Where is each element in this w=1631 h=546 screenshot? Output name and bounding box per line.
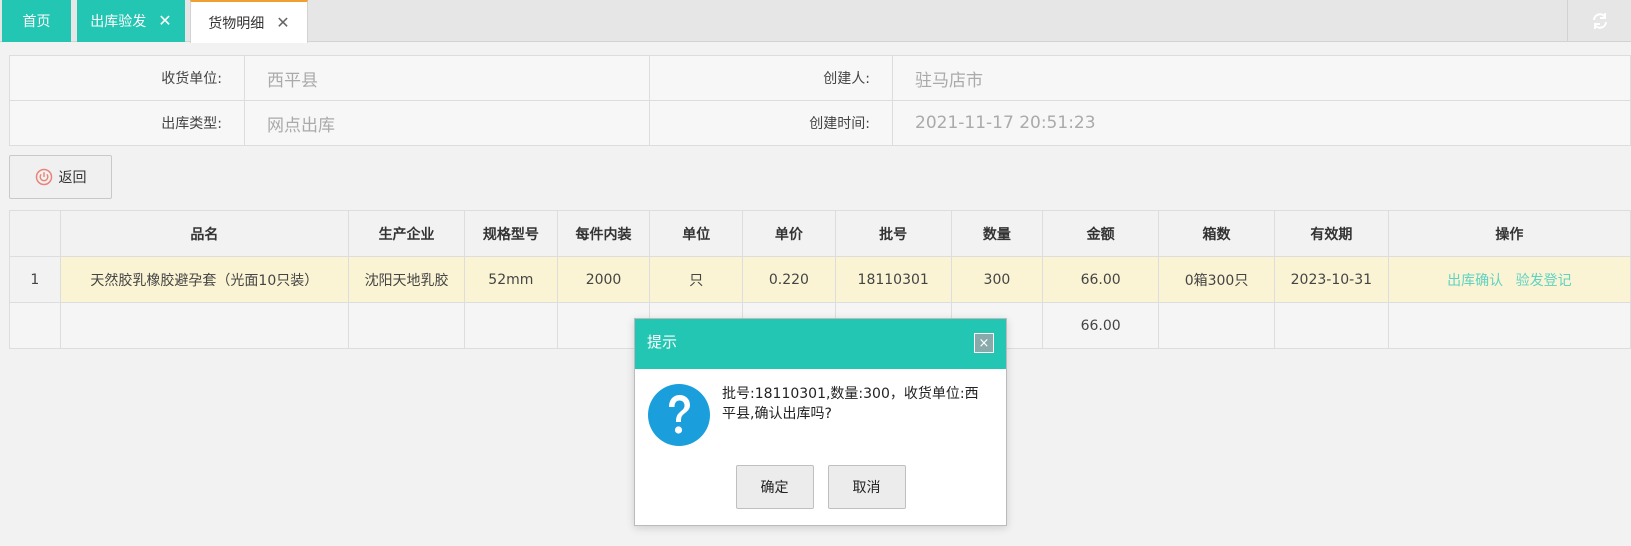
cell-per-pack: 2000 bbox=[556, 256, 651, 303]
cell-expiry: 2023-10-31 bbox=[1273, 256, 1389, 303]
cell-boxes: 0箱300只 bbox=[1158, 256, 1275, 303]
cell-amount: 66.00 bbox=[1042, 256, 1160, 303]
outbound-type-value: 网点出库 bbox=[244, 100, 650, 146]
col-header-per-pack[interactable]: 每件内装 bbox=[556, 210, 651, 257]
tab-goods-detail[interactable]: 货物明细 ✕ bbox=[190, 0, 308, 43]
created-time-label: 创建时间: bbox=[649, 100, 893, 146]
confirm-dialog: 提示 × 批号:18110301,数量:300，收货单位:西平县,确认出库吗? … bbox=[634, 318, 1007, 526]
refresh-icon bbox=[1592, 13, 1607, 29]
dialog-buttons: 确定 取消 bbox=[635, 465, 1006, 509]
cell-maker: 沈阳天地乳胶 bbox=[348, 256, 465, 303]
cell-operations: 出库确认 验发登记 bbox=[1387, 256, 1631, 303]
confirm-outbound-link[interactable]: 出库确认 bbox=[1447, 273, 1503, 289]
tab-home[interactable]: 首页 bbox=[2, 0, 71, 42]
col-header-qty[interactable]: 数量 bbox=[950, 210, 1044, 257]
col-header-expiry[interactable]: 有效期 bbox=[1273, 210, 1389, 257]
tab-label: 出库验发 bbox=[90, 14, 147, 30]
tab-outbound-check[interactable]: 出库验发 ✕ bbox=[77, 0, 185, 42]
refresh-button[interactable] bbox=[1567, 0, 1631, 42]
col-header-name[interactable]: 品名 bbox=[59, 210, 350, 257]
grid-header-row: 品名 生产企业 规格型号 每件内装 单位 单价 批号 数量 金额 箱数 有效期 … bbox=[9, 210, 1631, 257]
dialog-body: 批号:18110301,数量:300，收货单位:西平县,确认出库吗? bbox=[635, 369, 1006, 465]
col-header-maker[interactable]: 生产企业 bbox=[348, 210, 465, 257]
col-header-unit[interactable]: 单位 bbox=[649, 210, 744, 257]
tab-label: 货物明细 bbox=[208, 15, 265, 32]
col-header-operation: 操作 bbox=[1387, 210, 1631, 257]
cell-qty: 300 bbox=[950, 256, 1044, 303]
power-icon bbox=[35, 168, 52, 186]
receiver-value: 西平县 bbox=[244, 55, 650, 101]
back-button[interactable]: 返回 bbox=[9, 155, 112, 199]
close-icon[interactable]: ✕ bbox=[276, 14, 289, 31]
tab-bar: 首页 出库验发 ✕ 货物明细 ✕ bbox=[0, 0, 1631, 43]
footer-amount-total: 66.00 bbox=[1042, 302, 1160, 349]
table-row[interactable]: 1 天然胶乳橡胶避孕套（光面10只装） 沈阳天地乳胶 52mm 2000 只 0… bbox=[9, 256, 1631, 303]
ok-button[interactable]: 确定 bbox=[735, 465, 814, 509]
creator-value: 驻马店市 bbox=[892, 55, 1631, 101]
col-header-price[interactable]: 单价 bbox=[742, 210, 836, 257]
row-number: 1 bbox=[9, 256, 61, 303]
receiver-label: 收货单位: bbox=[9, 55, 245, 101]
col-header-boxes[interactable]: 箱数 bbox=[1158, 210, 1275, 257]
cell-name: 天然胶乳橡胶避孕套（光面10只装） bbox=[59, 256, 350, 303]
shipment-info-table: 收货单位: 西平县 创建人: 驻马店市 出库类型: 网点出库 创建时间: 202… bbox=[9, 55, 1631, 146]
question-icon bbox=[648, 384, 710, 446]
dialog-message: 批号:18110301,数量:300，收货单位:西平县,确认出库吗? bbox=[722, 386, 979, 422]
cell-price: 0.220 bbox=[742, 256, 836, 303]
cell-unit: 只 bbox=[649, 256, 744, 303]
close-icon[interactable]: × bbox=[974, 333, 994, 353]
back-button-label: 返回 bbox=[58, 170, 87, 186]
dialog-header: 提示 × bbox=[635, 319, 1006, 369]
col-header-amount[interactable]: 金额 bbox=[1042, 210, 1160, 257]
creator-label: 创建人: bbox=[649, 55, 893, 101]
inspection-register-link[interactable]: 验发登记 bbox=[1516, 273, 1572, 289]
dialog-title: 提示 bbox=[647, 333, 678, 351]
tab-label: 首页 bbox=[22, 14, 51, 30]
outbound-type-label: 出库类型: bbox=[9, 100, 245, 146]
cancel-button[interactable]: 取消 bbox=[827, 465, 906, 509]
col-header-index bbox=[9, 210, 61, 257]
close-icon[interactable]: ✕ bbox=[158, 13, 171, 29]
cell-spec: 52mm bbox=[464, 256, 558, 303]
col-header-spec[interactable]: 规格型号 bbox=[464, 210, 558, 257]
col-header-batch[interactable]: 批号 bbox=[834, 210, 952, 257]
created-time-value: 2021-11-17 20:51:23 bbox=[892, 100, 1631, 146]
cell-batch: 18110301 bbox=[834, 256, 952, 303]
